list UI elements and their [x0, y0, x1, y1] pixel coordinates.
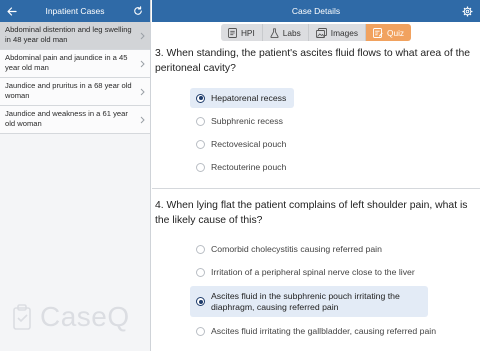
case-list-item[interactable]: Jaundice and pruritus in a 68 year old w… — [0, 78, 150, 106]
tab-quiz[interactable]: Quiz — [366, 24, 412, 41]
radio-button[interactable] — [196, 139, 205, 149]
answer-label: Rectouterine pouch — [211, 162, 287, 172]
radio-button[interactable] — [196, 297, 205, 306]
tab-label: HPI — [240, 27, 255, 38]
answer-option[interactable]: Comorbid cholecystitis causing referred … — [190, 239, 390, 259]
chevron-right-icon — [140, 116, 145, 124]
sidebar-title: Inpatient Cases — [45, 6, 105, 16]
images-icon — [315, 27, 327, 38]
case-label: Jaundice and pruritus in a 68 year old w… — [5, 81, 132, 100]
answer-label: Rectovesical pouch — [211, 139, 287, 149]
chevron-right-icon — [140, 60, 145, 68]
radio-button[interactable] — [196, 267, 205, 277]
answer-label: Hepatorenal recess — [211, 93, 287, 103]
tab-hpi[interactable]: HPI — [220, 24, 263, 41]
answer-label: Ascites fluid irritating the gallbladder… — [211, 326, 437, 336]
tab-images[interactable]: Images — [308, 24, 366, 41]
answer-label: Comorbid cholecystitis causing referred … — [211, 244, 382, 254]
case-label: Abdominal distention and leg swelling in… — [5, 25, 132, 44]
answer-option[interactable]: Irritation of a peripheral spinal nerve … — [190, 262, 423, 282]
sidebar-header: Inpatient Cases — [0, 0, 150, 22]
chevron-right-icon — [140, 32, 145, 40]
answer-option[interactable]: Ascites fluid irritating the gallbladder… — [190, 321, 444, 341]
logo-text: CaseQ — [40, 301, 130, 332]
document-icon — [227, 27, 237, 38]
answer-label: Irritation of a peripheral spinal nerve … — [211, 267, 415, 277]
question-text: 4. When lying flat the patient complains… — [155, 200, 468, 226]
answer-option[interactable]: Ascites fluid in the subphrenic pouch ir… — [190, 286, 428, 317]
case-label: Abdominal pain and jaundice in a 45 year… — [5, 53, 128, 72]
question-text: 3. When standing, the patient's ascites … — [155, 48, 471, 74]
case-label: Jaundice and weakness in a 61 year old w… — [5, 109, 128, 128]
tab-label: Images — [330, 27, 358, 38]
quiz-icon — [373, 27, 383, 38]
case-list-item[interactable]: Jaundice and weakness in a 61 year old w… — [0, 106, 150, 134]
radio-button[interactable] — [196, 93, 205, 103]
main-panel: Case Details HPI Labs Images Quiz 3. Whe… — [152, 0, 480, 351]
radio-button[interactable] — [196, 326, 205, 336]
case-list-item[interactable]: Abdominal pain and jaundice in a 45 year… — [0, 50, 150, 78]
clipboard-logo-icon — [13, 304, 31, 330]
answer-label: Ascites fluid in the subphrenic pouch ir… — [211, 290, 400, 312]
back-arrow-icon[interactable] — [5, 4, 19, 18]
tab-labs[interactable]: Labs — [262, 24, 309, 41]
answer-option[interactable]: Rectouterine pouch — [190, 157, 294, 177]
answer-option[interactable]: Subphrenic recess — [190, 111, 291, 131]
answer-option[interactable]: Rectovesical pouch — [190, 134, 294, 154]
caseq-logo: CaseQ — [10, 301, 130, 333]
tab-bar: HPI Labs Images Quiz — [152, 22, 480, 44]
refresh-icon[interactable] — [131, 4, 145, 18]
flask-icon — [270, 27, 279, 38]
tab-label: Quiz — [387, 27, 405, 38]
tab-label: Labs — [282, 27, 301, 38]
radio-button[interactable] — [196, 244, 205, 254]
answer-option[interactable]: Hepatorenal recess — [190, 88, 295, 108]
question-divider — [152, 188, 480, 189]
radio-button[interactable] — [196, 162, 205, 172]
case-list-item[interactable]: Abdominal distention and leg swelling in… — [0, 22, 150, 50]
main-header: Case Details — [152, 0, 480, 22]
sidebar: Inpatient Cases Abdominal distention and… — [0, 0, 151, 351]
answer-label: Subphrenic recess — [211, 116, 283, 126]
gear-icon[interactable] — [460, 4, 474, 18]
page-title: Case Details — [291, 6, 341, 16]
radio-button[interactable] — [196, 116, 205, 126]
chevron-right-icon — [140, 88, 145, 96]
